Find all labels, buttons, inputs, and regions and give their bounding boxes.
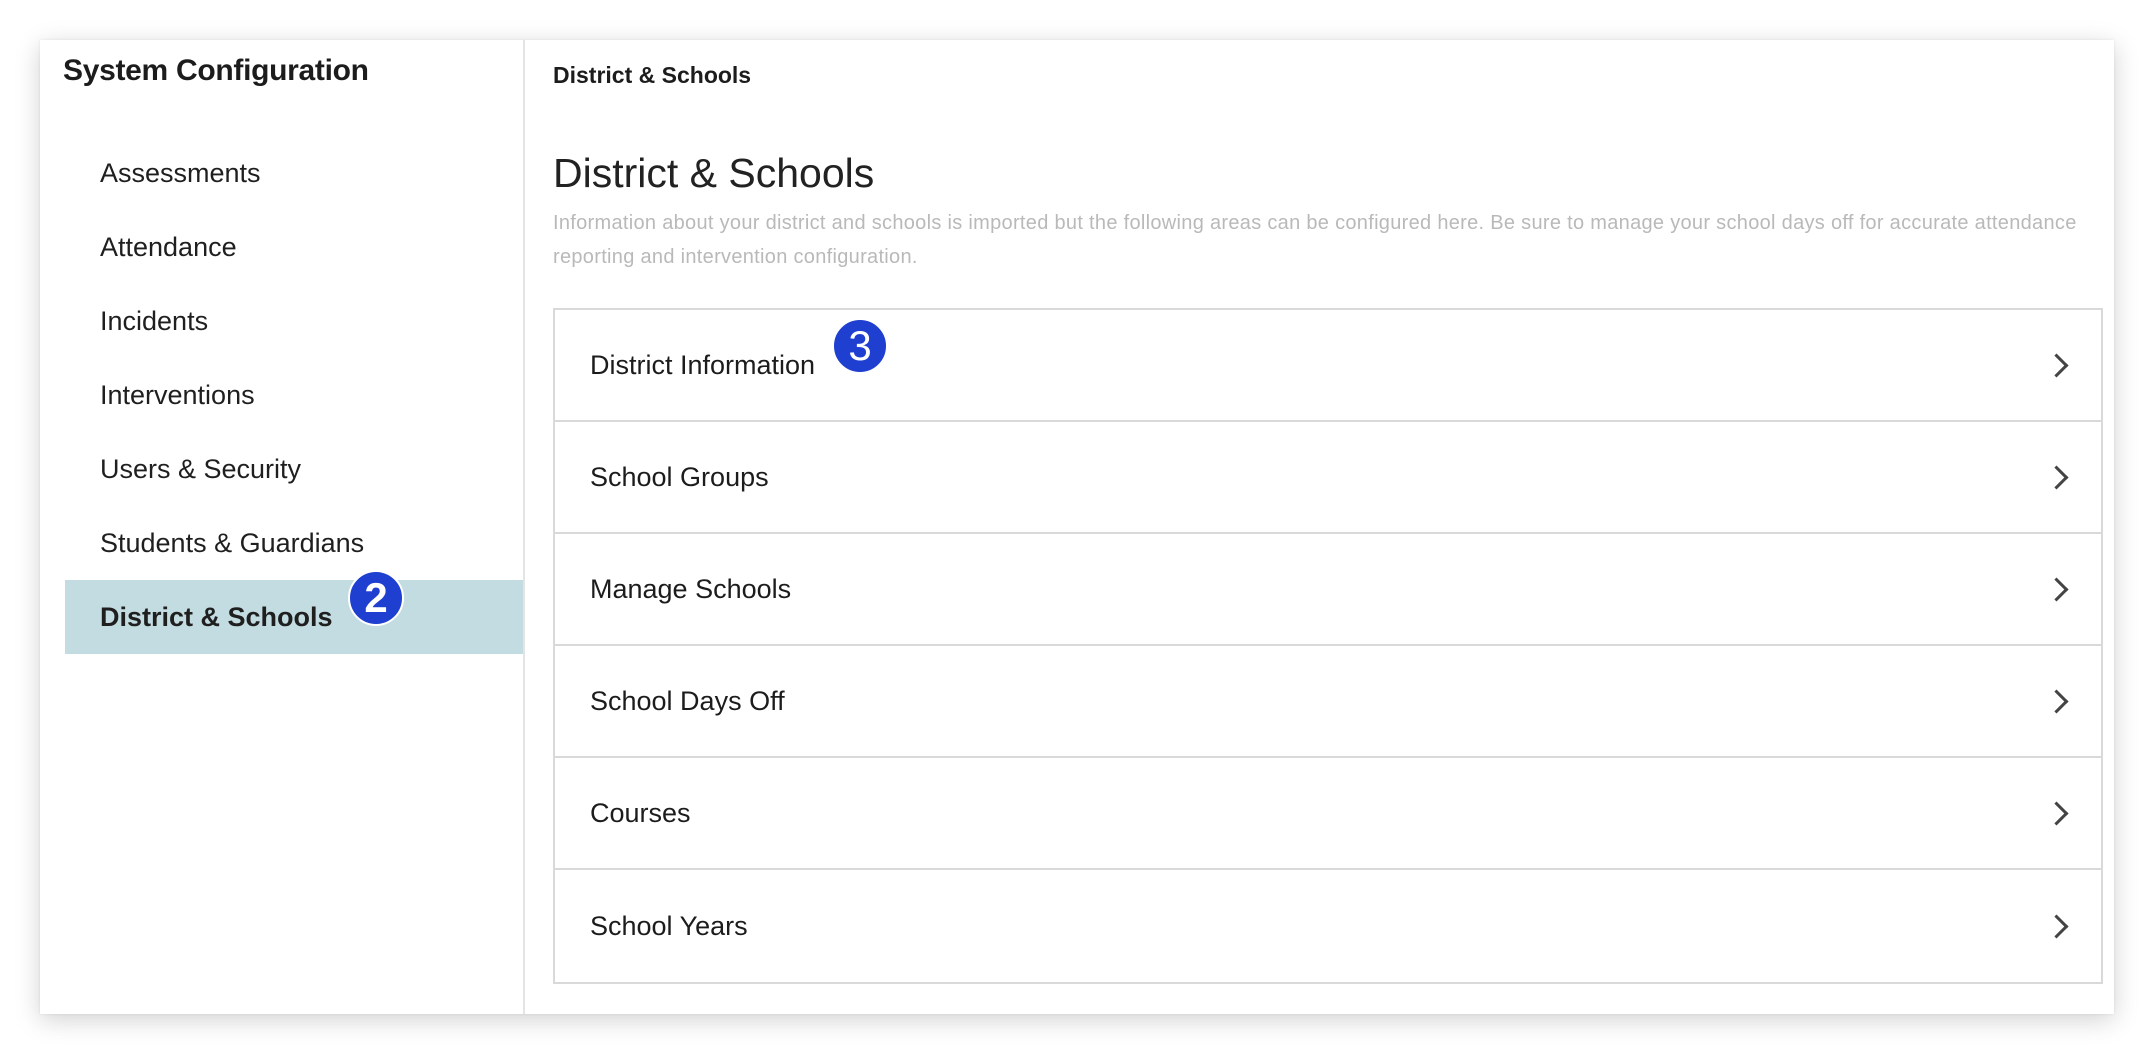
sidebar: System Configuration Assessments Attenda… — [40, 40, 525, 1014]
section-list: District Information 3 School Groups Man… — [553, 308, 2103, 984]
sidebar-item-label: District & Schools — [100, 601, 333, 632]
sidebar-title: System Configuration — [63, 54, 369, 87]
chevron-right-icon — [2044, 352, 2069, 378]
section-row-label: Courses — [590, 797, 691, 828]
chevron-right-icon — [2044, 913, 2069, 939]
breadcrumb: District & Schools — [553, 62, 752, 88]
sidebar-item-label: Incidents — [100, 305, 209, 336]
section-row-school-groups[interactable]: School Groups — [555, 422, 2101, 534]
sidebar-item-interventions[interactable]: Interventions — [65, 358, 523, 432]
sidebar-item-label: Interventions — [100, 379, 255, 410]
section-row-school-years[interactable]: School Years — [555, 870, 2101, 982]
chevron-right-icon — [2044, 800, 2069, 826]
sidebar-item-label: Students & Guardians — [100, 527, 365, 558]
sidebar-item-label: Assessments — [100, 157, 261, 188]
section-row-school-days-off[interactable]: School Days Off — [555, 646, 2101, 758]
sidebar-item-label: Users & Security — [100, 453, 302, 484]
section-row-label: Manage Schools — [590, 573, 792, 604]
sidebar-item-assessments[interactable]: Assessments — [65, 136, 523, 210]
sidebar-item-label: Attendance — [100, 231, 237, 262]
sidebar-nav: Assessments Attendance Incidents Interve… — [65, 136, 523, 654]
sidebar-item-district-schools[interactable]: District & Schools 2 — [65, 570, 523, 654]
sidebar-item-attendance[interactable]: Attendance — [65, 210, 523, 284]
section-row-label: School Years — [590, 910, 748, 941]
step-badge: 2 — [348, 570, 404, 626]
section-row-label: School Days Off — [590, 685, 785, 716]
chevron-right-icon — [2044, 688, 2069, 714]
section-row-label: District Information — [590, 349, 816, 380]
sidebar-item-users-security[interactable]: Users & Security — [65, 432, 523, 506]
step-badge: 3 — [832, 318, 888, 374]
section-row-courses[interactable]: Courses — [555, 758, 2101, 870]
page-description: Information about your district and scho… — [553, 212, 2077, 268]
section-row-manage-schools[interactable]: Manage Schools — [555, 534, 2101, 646]
sidebar-item-students-guardians[interactable]: Students & Guardians — [65, 506, 523, 580]
section-row-label: School Groups — [590, 461, 769, 492]
main-content: District & Schools District & Schools In… — [525, 40, 2114, 1014]
sidebar-item-incidents[interactable]: Incidents — [65, 284, 523, 358]
chevron-right-icon — [2044, 576, 2069, 602]
section-row-district-information[interactable]: District Information 3 — [555, 310, 2101, 422]
page-title: District & Schools — [553, 150, 875, 196]
chevron-right-icon — [2044, 464, 2069, 490]
app-window: System Configuration Assessments Attenda… — [40, 40, 2114, 1014]
